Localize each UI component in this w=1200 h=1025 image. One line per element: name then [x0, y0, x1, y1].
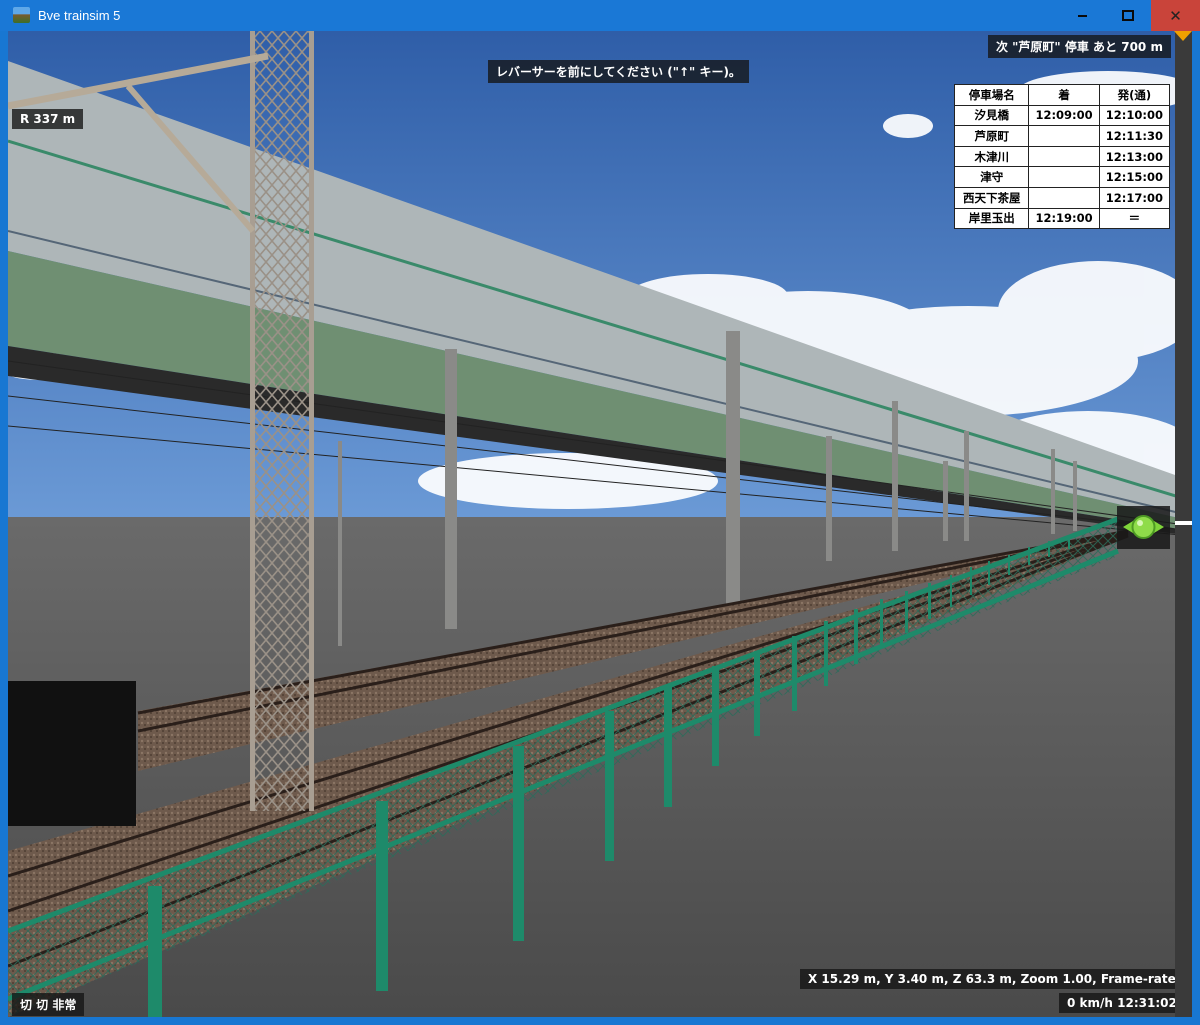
arrival-time: [1028, 166, 1100, 188]
table-row: 汐見橋 12:09:00 12:10:00: [953, 104, 1171, 127]
arrival-time: [1028, 145, 1100, 168]
station-name: 岸里玉出: [953, 207, 1030, 230]
simulation-viewport[interactable]: 次 "芦原町" 停車 あと 700 m レバーサーを前にしてください ("↑" …: [8, 31, 1192, 1017]
table-row: 津守 12:15:00: [953, 166, 1171, 188]
title-bar: Bve trainsim 5 ✕: [0, 0, 1200, 31]
arrival-time: 12:19:00: [1028, 207, 1100, 230]
coordinates-readout: X 15.29 m, Y 3.40 m, Z 63.3 m, Zoom 1.00…: [800, 969, 1192, 989]
mast-edge-left: [250, 31, 255, 811]
platform-block: [8, 681, 136, 826]
table-row: 芦原町 12:11:30: [953, 125, 1171, 147]
departure-time: 12:15:00: [1098, 166, 1171, 188]
maximize-icon: [1122, 10, 1134, 21]
departure-time: 12:17:00: [1098, 186, 1171, 209]
next-stop-indicator: 次 "芦原町" 停車 あと 700 m: [988, 35, 1171, 58]
speed-time-readout: 0 km/h 12:31:02: [1059, 993, 1185, 1013]
arrival-time: [1028, 186, 1100, 209]
departure-time: 12:11:30: [1098, 125, 1171, 147]
station-name: 芦原町: [953, 125, 1030, 147]
app-icon: [13, 7, 30, 23]
table-row: 木津川 12:13:00: [953, 145, 1171, 168]
station-name: 木津川: [953, 145, 1030, 168]
catenary-mast: [250, 31, 314, 811]
departure-time: 12:13:00: [1098, 145, 1171, 168]
table-row: 岸里玉出 12:19:00 ＝: [953, 207, 1171, 230]
timetable: 停車場名 着 発(通) 汐見橋 12:09:00 12:10:00 芦原町 12…: [953, 84, 1171, 230]
mast-edge-right: [309, 31, 314, 811]
minimize-button[interactable]: [1059, 0, 1105, 31]
position-marker-icon: [1174, 31, 1192, 41]
station-name: 津守: [953, 166, 1030, 188]
maximize-button[interactable]: [1105, 0, 1151, 31]
arrival-time: 12:09:00: [1028, 104, 1100, 127]
minimize-icon: [1077, 14, 1087, 17]
departure-time: ＝: [1098, 207, 1171, 230]
close-button[interactable]: ✕: [1151, 0, 1200, 31]
close-icon: ✕: [1169, 6, 1182, 25]
signal-lamp-icon: [1123, 515, 1164, 539]
arrival-time: [1028, 125, 1100, 147]
header-departure: 発(通): [1098, 84, 1171, 106]
curve-radius-indicator: R 337 m: [12, 109, 84, 129]
station-name: 汐見橋: [953, 104, 1030, 127]
timetable-header-row: 停車場名 着 発(通): [953, 84, 1171, 106]
table-row: 西天下茶屋 12:17:00: [953, 186, 1171, 209]
header-station: 停車場名: [953, 84, 1030, 106]
station-name: 西天下茶屋: [953, 186, 1030, 209]
status-indicators: 切 切 非常: [12, 993, 85, 1016]
window-title: Bve trainsim 5: [38, 8, 121, 23]
instruction-message: レバーサーを前にしてください ("↑" キー)。: [488, 60, 749, 83]
gauge-line: [1175, 521, 1192, 525]
signal-gauge: [1117, 506, 1170, 549]
header-arrival: 着: [1028, 84, 1100, 106]
departure-time: 12:10:00: [1098, 104, 1171, 127]
